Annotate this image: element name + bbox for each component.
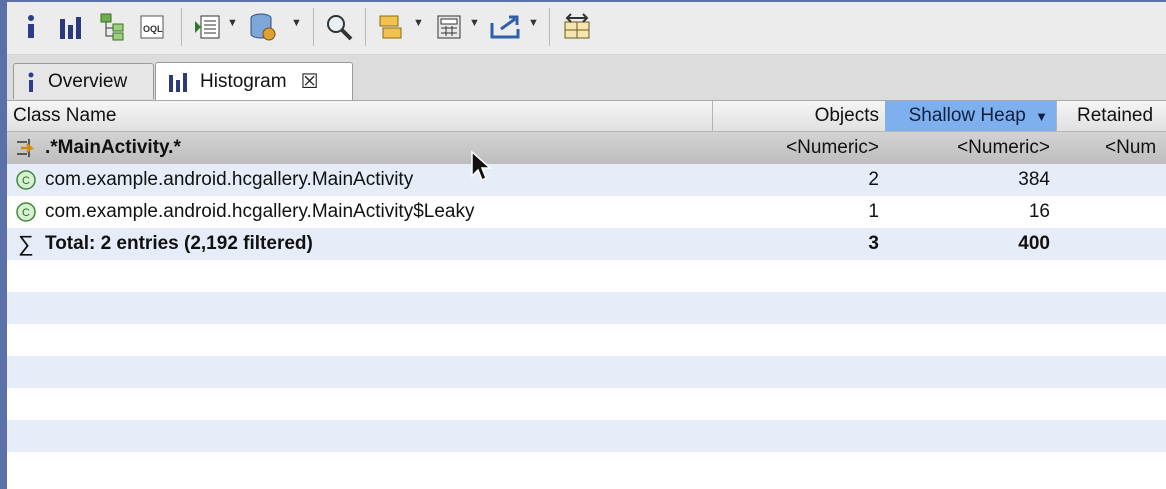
- empty-row: [7, 452, 1166, 484]
- editor-tab-bar: Overview Histogram ☒: [7, 55, 1166, 101]
- tab-overview[interactable]: Overview: [13, 63, 154, 99]
- filter-objects[interactable]: <Numeric>: [713, 132, 879, 164]
- total-objects: 3: [868, 233, 879, 254]
- calculator-icon[interactable]: [433, 10, 465, 44]
- close-tab-icon[interactable]: ☒: [301, 69, 319, 94]
- mouse-cursor-icon: [470, 150, 492, 187]
- query-browser-dropdown-icon[interactable]: ▼: [413, 17, 424, 29]
- report-dropdown-icon[interactable]: ▼: [227, 17, 238, 29]
- class-name-cell: C com.example.android.hcgallery.MainActi…: [7, 164, 707, 196]
- heap-dump-icon[interactable]: [247, 10, 279, 44]
- empty-row: [7, 324, 1166, 356]
- query-browser-icon[interactable]: [375, 10, 409, 44]
- total-shallow-heap: 400: [1018, 233, 1050, 254]
- oql-icon[interactable]: OQL: [137, 10, 169, 44]
- empty-row: [7, 356, 1166, 388]
- objects-value: 1: [868, 201, 879, 222]
- column-header-objects[interactable]: Objects: [713, 101, 883, 131]
- svg-text:OQL: OQL: [143, 24, 163, 34]
- export-icon[interactable]: [487, 10, 525, 44]
- tab-overview-label: Overview: [48, 70, 128, 92]
- empty-row: [7, 388, 1166, 420]
- column-header-shallow-heap[interactable]: Shallow Heap ▼: [885, 101, 1056, 131]
- export-dropdown-icon[interactable]: ▼: [528, 17, 539, 29]
- filter-shallow-heap[interactable]: <Numeric>: [885, 132, 1050, 164]
- calculator-dropdown-icon[interactable]: ▼: [469, 17, 480, 29]
- total-label-cell: ∑ Total: 2 entries (2,192 filtered): [7, 228, 707, 260]
- class-name: com.example.android.hcgallery.MainActivi…: [45, 169, 414, 190]
- dominator-tree-icon[interactable]: [97, 10, 129, 44]
- regex-filter-icon: [15, 137, 37, 159]
- report-icon[interactable]: [191, 10, 225, 44]
- column-header-shallow-heap-label: Shallow Heap: [908, 105, 1026, 126]
- toolbar-separator: [549, 8, 550, 46]
- class-name-cell: C com.example.android.hcgallery.MainActi…: [7, 196, 707, 228]
- class-icon: C: [15, 201, 37, 223]
- table-row[interactable]: C com.example.android.hcgallery.MainActi…: [7, 196, 1166, 228]
- histogram-icon[interactable]: [55, 10, 87, 44]
- sort-descending-icon: ▼: [1035, 109, 1048, 124]
- class-icon: C: [15, 169, 37, 191]
- filter-retained[interactable]: <Num: [1057, 132, 1166, 164]
- histogram-icon: [168, 72, 188, 92]
- class-name: com.example.android.hcgallery.MainActivi…: [45, 201, 475, 222]
- tab-histogram[interactable]: Histogram ☒: [155, 62, 353, 100]
- toolbar-separator: [365, 8, 366, 46]
- filter-class-cell[interactable]: .*MainActivity.*: [7, 132, 707, 164]
- objects-value: 2: [868, 169, 879, 190]
- search-icon[interactable]: [323, 10, 355, 44]
- column-header-retained[interactable]: Retained: [1056, 101, 1166, 131]
- shallow-heap-value: 16: [1028, 201, 1050, 222]
- sum-icon: ∑: [18, 231, 34, 256]
- empty-row: [7, 420, 1166, 452]
- total-row: ∑ Total: 2 entries (2,192 filtered) 3 40…: [7, 228, 1166, 260]
- info-icon: [26, 72, 36, 92]
- empty-row: [7, 292, 1166, 324]
- svg-text:C: C: [22, 175, 30, 187]
- filter-row[interactable]: .*MainActivity.* <Numeric> <Numeric> <Nu…: [7, 132, 1166, 164]
- toolbar-separator: [313, 8, 314, 46]
- filter-pattern: .*MainActivity.*: [45, 137, 181, 158]
- toolbar: OQL ▼ ▼ ▼ ▼ ▼: [7, 2, 1166, 55]
- histogram-table: Class Name Objects Shallow Heap ▼ Retain…: [7, 101, 1166, 489]
- info-icon[interactable]: [17, 10, 45, 44]
- table-row[interactable]: C com.example.android.hcgallery.MainActi…: [7, 164, 1166, 196]
- shallow-heap-value: 384: [1018, 169, 1050, 190]
- empty-row: [7, 260, 1166, 292]
- svg-text:C: C: [22, 207, 30, 219]
- compare-icon[interactable]: [559, 10, 595, 44]
- column-header-class-name[interactable]: Class Name: [7, 101, 713, 131]
- total-label: Total: 2 entries (2,192 filtered): [45, 233, 313, 254]
- heap-dump-dropdown-icon[interactable]: ▼: [291, 17, 302, 29]
- window-frame-left: [0, 0, 7, 489]
- toolbar-separator: [181, 8, 182, 46]
- table-header: Class Name Objects Shallow Heap ▼ Retain…: [7, 101, 1166, 132]
- tab-histogram-label: Histogram: [200, 70, 287, 92]
